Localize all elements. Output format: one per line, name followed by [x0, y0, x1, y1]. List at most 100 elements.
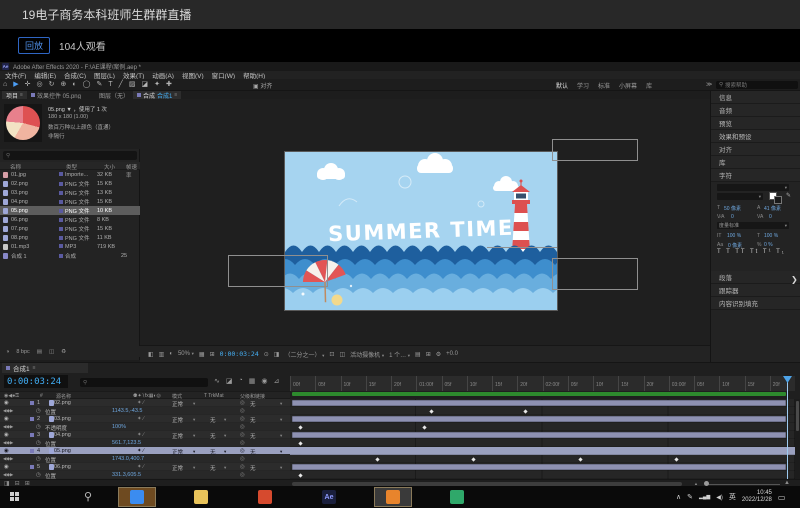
layer-duration-bar[interactable] — [292, 464, 786, 470]
interpret-footage-icon[interactable]: ◑ — [6, 349, 9, 355]
label-color-chip[interactable] — [59, 200, 63, 204]
brush-tool-icon[interactable]: ╱ — [119, 79, 123, 91]
snapshot-icon[interactable]: ⊙ — [264, 351, 269, 358]
network-icon[interactable]: ▂▄▆ — [699, 494, 710, 500]
layer-switches[interactable]: ✦ ∕ — [137, 400, 144, 406]
keyframe-nav-icons[interactable]: ◀◆▶ — [3, 472, 13, 478]
time-ruler[interactable]: 00f05f10f15f20f01:00f05f10f15f20f02:00f0… — [290, 376, 795, 391]
project-row[interactable]: 01.jpgImporte...32 KB — [0, 170, 140, 179]
timeline-zoom-slider[interactable] — [706, 484, 780, 485]
baseline-shift-value[interactable]: 0 像素 — [728, 242, 742, 249]
panel-menu-icon[interactable]: ≡ — [33, 365, 36, 371]
label-color-chip[interactable] — [59, 191, 63, 195]
layer-name[interactable]: 06.png — [54, 464, 71, 470]
layer-row[interactable]: ◉506.png✦ ∕正常▾无▾◎无▾ — [0, 463, 290, 471]
layer-duration-bar[interactable] — [292, 432, 786, 438]
help-search-input[interactable]: ⚲ 搜索帮助 — [716, 81, 798, 89]
keyframe[interactable] — [375, 457, 379, 461]
orange-app-icon[interactable] — [374, 487, 412, 507]
camera-select[interactable]: 活动摄像机 ▾ — [350, 350, 384, 359]
property-row[interactable]: ◀◆▶◷位置561.7,123.5◎ — [0, 439, 290, 447]
label-color-chip[interactable] — [30, 449, 34, 453]
label-color-chip[interactable] — [59, 236, 63, 240]
keyframe[interactable] — [430, 409, 434, 413]
layer-switches[interactable]: ✦ ∕ — [137, 432, 144, 438]
property-value[interactable]: 1143.5,-43.5 — [112, 408, 142, 414]
stopwatch-icon[interactable]: ◷ — [36, 472, 41, 478]
property-row[interactable]: ◀◆▶◷位置1743.0,400.7◎ — [0, 455, 290, 463]
zoom-tool-icon[interactable]: ◎ — [37, 79, 43, 91]
parent-pickwhip-icon[interactable]: ◎ — [240, 432, 245, 438]
label-color-chip[interactable] — [59, 244, 63, 248]
trash-icon[interactable]: ♻ — [61, 349, 66, 355]
resolution-select[interactable]: （二分之一） ▾ — [284, 350, 324, 359]
eye-icon[interactable]: ◉ — [4, 448, 9, 454]
viewer-timecode[interactable]: 0:00:03:24 — [220, 350, 259, 358]
keyframe[interactable] — [674, 457, 678, 461]
transparency-grid-icon[interactable]: ◫ — [339, 351, 345, 358]
dock-expand-chevron-icon[interactable]: ❯ — [791, 275, 798, 284]
layer-name[interactable]: 04.png — [54, 432, 71, 438]
taskbar-clock[interactable]: 10:45 2022/12/28 — [742, 490, 772, 504]
tab-composition[interactable]: 合成 合成1 ≡ — [133, 91, 181, 99]
layer-name[interactable]: 03.png — [54, 416, 71, 422]
composition-viewer[interactable]: SUMMER TIME — [140, 99, 710, 345]
stroke-color-swatch[interactable] — [774, 196, 782, 204]
layer-row[interactable]: ◉405.png✦ ∕正常▾无▾◎无▾ — [0, 447, 290, 455]
stopwatch-icon[interactable]: ◷ — [36, 440, 41, 446]
mask-visibility-icon[interactable]: ▦ — [199, 351, 205, 358]
color-depth-button[interactable]: 8 bpc — [16, 349, 29, 355]
font-styles-row[interactable]: T T TT Tt T¹ T₁ — [717, 249, 786, 255]
proportional-spacing-value[interactable]: 0 % — [764, 242, 773, 248]
green-app-icon[interactable] — [438, 487, 476, 507]
keyframe-nav-icons[interactable]: ◀◆▶ — [3, 424, 13, 430]
start-button[interactable] — [10, 492, 20, 502]
view-count-select[interactable]: 1 个… ▾ — [389, 350, 410, 359]
eye-icon[interactable]: ◉ — [4, 400, 9, 406]
property-value[interactable]: 561.7,123.5 — [112, 440, 141, 446]
label-color-chip[interactable] — [59, 209, 63, 213]
eyedropper-icon[interactable]: ✎ — [786, 192, 791, 199]
track-row[interactable] — [290, 447, 795, 455]
timeline-vertical-scrollbar-thumb[interactable] — [796, 401, 799, 431]
dock-panel-tab[interactable]: 预览 — [711, 117, 800, 130]
ime-indicator[interactable]: 英 — [729, 492, 736, 502]
track-row[interactable] — [290, 407, 795, 415]
project-row[interactable]: 04.pngPNG 文件15 KB — [0, 197, 140, 206]
home-icon[interactable]: ⌂ — [3, 79, 7, 91]
workspace-overflow-icon[interactable]: ≫ — [706, 81, 712, 88]
dock-panel-tab[interactable]: 跟踪器 — [711, 284, 800, 297]
label-color-chip[interactable] — [30, 433, 34, 437]
project-row[interactable]: 05.pngPNG 文件10 KB — [0, 206, 140, 215]
always-preview-icon[interactable]: ◧ — [148, 351, 154, 358]
timeline-search-input[interactable]: ⚲ — [80, 378, 208, 387]
volume-icon[interactable]: ◀) — [716, 494, 723, 501]
fast-preview-icon[interactable]: ⊡ — [329, 351, 334, 358]
dock-panel-tab[interactable]: 内容识别填充 — [711, 297, 800, 310]
notification-center-icon[interactable]: ▭ — [778, 493, 786, 502]
snap-toggle[interactable]: ▣ 对齐 — [253, 81, 272, 90]
eye-icon[interactable]: ◉ — [4, 464, 9, 470]
vertical-scale-value[interactable]: 100 % — [727, 233, 741, 239]
tray-chevron-icon[interactable]: ∧ — [676, 493, 681, 501]
track-row[interactable] — [290, 471, 795, 479]
stopwatch-icon[interactable]: ◷ — [36, 408, 41, 414]
tab-layer[interactable]: 图层（无） — [95, 91, 133, 99]
track-row[interactable] — [290, 431, 795, 439]
dock-panel-tab[interactable]: 字符 — [711, 169, 800, 182]
keyframe[interactable] — [578, 457, 582, 461]
stamp-tool-icon[interactable]: ▨ — [129, 79, 136, 91]
show-snapshot-icon[interactable]: ◨ — [274, 351, 280, 358]
property-value[interactable]: 331.3,605.5 — [112, 472, 141, 478]
dock-panel-tab[interactable]: 音频 — [711, 104, 800, 117]
keyframe-nav-icons[interactable]: ◀◆▶ — [3, 408, 13, 414]
parent-pickwhip-icon[interactable]: ◎ — [240, 448, 245, 454]
roto-brush-tool-icon[interactable]: ✦ — [154, 79, 160, 91]
layer-name[interactable]: 02.png — [54, 400, 71, 406]
property-row[interactable]: ◀◆▶◷不透明度100%◎ — [0, 423, 290, 431]
property-row[interactable]: ◀◆▶◷位置331.3,605.5◎ — [0, 471, 290, 479]
track-row[interactable] — [290, 439, 795, 447]
layer-switches[interactable]: ✦ ∕ — [137, 448, 144, 454]
keyframe[interactable] — [472, 457, 476, 461]
keyframe[interactable] — [298, 473, 302, 477]
